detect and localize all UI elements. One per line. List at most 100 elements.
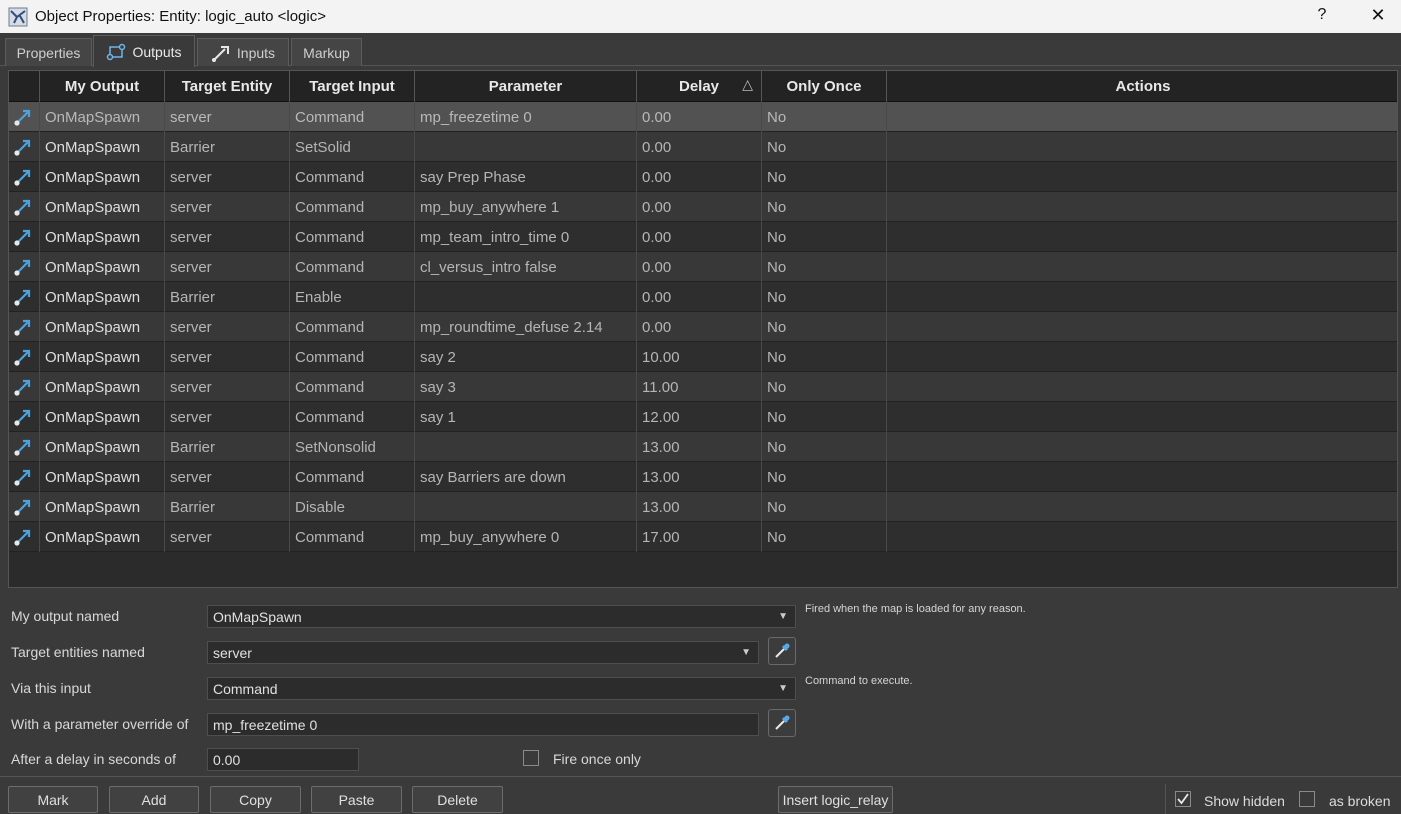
- row-icon: [9, 192, 40, 222]
- tab-properties[interactable]: Properties: [5, 38, 92, 66]
- add-button[interactable]: Add: [109, 786, 199, 813]
- delete-button[interactable]: Delete: [412, 786, 503, 813]
- table-row[interactable]: OnMapSpawn server Command mp_roundtime_defu…: [9, 312, 1397, 342]
- table-row[interactable]: OnMapSpawn Barrier SetNonsolid 13.00 No: [9, 432, 1397, 462]
- cell-target-entity: server: [165, 522, 290, 552]
- cell-my-output: OnMapSpawn: [40, 252, 165, 282]
- row-icon: [9, 462, 40, 492]
- cell-target-input: Command: [290, 402, 415, 432]
- cell-target-input: Command: [290, 222, 415, 252]
- row-icon: [9, 222, 40, 252]
- cell-target-input: Command: [290, 342, 415, 372]
- header-only-once[interactable]: Only Once: [762, 71, 887, 102]
- cell-only-once: No: [762, 162, 887, 192]
- close-button[interactable]: ✕: [1368, 5, 1388, 26]
- header-parameter[interactable]: Parameter: [415, 71, 637, 102]
- table-row[interactable]: OnMapSpawn server Command say Barriers are …: [9, 462, 1397, 492]
- cell-target-entity: server: [165, 372, 290, 402]
- help-button[interactable]: ?: [1314, 6, 1330, 24]
- table-row[interactable]: OnMapSpawn Barrier SetSolid 0.00 No: [9, 132, 1397, 162]
- tab-markup[interactable]: Markup: [291, 38, 362, 66]
- cell-delay: 13.00: [637, 492, 762, 522]
- table-row[interactable]: OnMapSpawn server Command cl_versus_intro f…: [9, 252, 1397, 282]
- cell-only-once: No: [762, 102, 887, 132]
- cell-delay: 17.00: [637, 522, 762, 552]
- cell-actions: [887, 222, 1397, 252]
- cell-only-once: No: [762, 492, 887, 522]
- cell-actions: [887, 372, 1397, 402]
- target-label: Target entities named: [11, 644, 145, 660]
- cell-parameter: mp_roundtime_defuse 2.14: [415, 312, 637, 342]
- header-my-output[interactable]: My Output: [40, 71, 165, 102]
- cell-parameter: say 3: [415, 372, 637, 402]
- output-connection-icon: [14, 319, 31, 336]
- target-combobox[interactable]: server ▼: [207, 641, 759, 664]
- cell-my-output: OnMapSpawn: [40, 522, 165, 552]
- cell-target-input: Command: [290, 462, 415, 492]
- cell-my-output: OnMapSpawn: [40, 432, 165, 462]
- input-combobox[interactable]: Command ▼: [207, 677, 796, 700]
- cell-parameter: mp_buy_anywhere 1: [415, 192, 637, 222]
- table-row[interactable]: OnMapSpawn server Command mp_buy_anywhere 1…: [9, 192, 1397, 222]
- cell-delay: 0.00: [637, 312, 762, 342]
- cell-delay: 0.00: [637, 252, 762, 282]
- table-row[interactable]: OnMapSpawn Barrier Disable 13.00 No: [9, 492, 1397, 522]
- cell-actions: [887, 252, 1397, 282]
- output-connection-icon: [14, 439, 31, 456]
- cell-my-output: OnMapSpawn: [40, 192, 165, 222]
- table-row[interactable]: OnMapSpawn server Command mp_buy_anywhere 0…: [9, 522, 1397, 552]
- show-hidden-checkbox[interactable]: [1175, 791, 1191, 807]
- cell-target-entity: server: [165, 342, 290, 372]
- cell-target-entity: server: [165, 222, 290, 252]
- pick-param-button[interactable]: [768, 709, 796, 737]
- table-row[interactable]: OnMapSpawn server Command mp_team_intro_tim…: [9, 222, 1397, 252]
- cell-actions: [887, 522, 1397, 552]
- delay-field[interactable]: 0.00: [207, 748, 359, 771]
- header-only-once-label: Only Once: [786, 78, 862, 95]
- output-combobox[interactable]: OnMapSpawn ▼: [207, 605, 796, 628]
- cell-parameter: [415, 432, 637, 462]
- eyedropper-icon: [775, 643, 790, 658]
- tab-outputs[interactable]: Outputs: [93, 35, 195, 67]
- show-hidden-label: Show hidden: [1204, 793, 1285, 809]
- cell-actions: [887, 462, 1397, 492]
- cell-delay: 0.00: [637, 102, 762, 132]
- row-icon: [9, 312, 40, 342]
- output-connection-icon: [14, 229, 31, 246]
- row-icon: [9, 372, 40, 402]
- cell-target-input: Command: [290, 102, 415, 132]
- table-row[interactable]: OnMapSpawn server Command mp_freezetime 0 0.…: [9, 102, 1397, 132]
- param-field[interactable]: mp_freezetime 0: [207, 713, 759, 736]
- cell-actions: [887, 402, 1397, 432]
- output-label: My output named: [11, 608, 120, 624]
- table-row[interactable]: OnMapSpawn server Command say 2 10.00 No: [9, 342, 1397, 372]
- cell-target-entity: Barrier: [165, 282, 290, 312]
- display-options: Show hidden as broken: [1165, 784, 1401, 814]
- header-target-input[interactable]: Target Input: [290, 71, 415, 102]
- input-label: Via this input: [11, 680, 91, 696]
- as-broken-checkbox[interactable]: [1299, 791, 1315, 807]
- paste-button[interactable]: Paste: [311, 786, 402, 813]
- header-target-entity[interactable]: Target Entity: [165, 71, 290, 102]
- table-row[interactable]: OnMapSpawn server Command say 1 12.00 No: [9, 402, 1397, 432]
- insert-logic-relay-button[interactable]: Insert logic_relay: [778, 786, 893, 813]
- row-icon: [9, 252, 40, 282]
- table-row[interactable]: OnMapSpawn server Command say Prep Phase 0.0…: [9, 162, 1397, 192]
- table-row[interactable]: OnMapSpawn server Command say 3 11.00 No: [9, 372, 1397, 402]
- outputs-grid[interactable]: My Output Target Entity Target Input Par…: [8, 70, 1398, 588]
- header-actions[interactable]: Actions: [887, 71, 1397, 102]
- cell-actions: [887, 192, 1397, 222]
- pick-target-button[interactable]: [768, 637, 796, 665]
- table-row[interactable]: OnMapSpawn Barrier Enable 0.00 No: [9, 282, 1397, 312]
- cell-my-output: OnMapSpawn: [40, 342, 165, 372]
- copy-button[interactable]: Copy: [210, 786, 301, 813]
- cell-my-output: OnMapSpawn: [40, 462, 165, 492]
- tab-inputs[interactable]: Inputs: [197, 38, 289, 66]
- mark-button[interactable]: Mark: [8, 786, 98, 813]
- header-target-entity-label: Target Entity: [181, 78, 273, 95]
- cell-actions: [887, 162, 1397, 192]
- fire-once-checkbox[interactable]: [523, 750, 539, 766]
- cell-my-output: OnMapSpawn: [40, 162, 165, 192]
- cell-target-entity: Barrier: [165, 132, 290, 162]
- header-delay[interactable]: Delay △: [637, 71, 762, 102]
